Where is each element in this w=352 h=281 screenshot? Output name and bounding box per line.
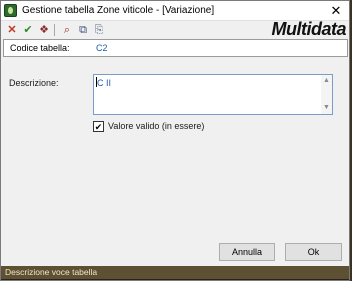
description-textarea[interactable]: C II ▲ ▼ bbox=[93, 74, 333, 115]
main-panel: Descrizione: C II ▲ ▼ ✔ Valore valido (i… bbox=[1, 59, 349, 266]
copy-icon[interactable]: ⧉ bbox=[77, 24, 89, 36]
paste-icon[interactable]: ⎘ bbox=[93, 24, 105, 36]
confirm-check-icon[interactable]: ✔ bbox=[22, 24, 34, 36]
description-scrollbar[interactable]: ▲ ▼ bbox=[321, 75, 332, 114]
delete-x-icon[interactable]: ✕ bbox=[6, 24, 18, 36]
title-bar: Gestione tabella Zone viticole - [Variaz… bbox=[1, 1, 349, 21]
code-label: Codice tabella: bbox=[10, 43, 70, 53]
dialog-window: Gestione tabella Zone viticole - [Variaz… bbox=[0, 0, 350, 281]
scroll-down-icon[interactable]: ▼ bbox=[321, 103, 332, 113]
ok-button[interactable]: Ok bbox=[285, 243, 342, 261]
code-row: Codice tabella: C2 bbox=[3, 39, 348, 57]
description-value: C II bbox=[97, 78, 112, 88]
valid-checkbox-label: Valore valido (in essere) bbox=[108, 121, 205, 131]
status-bar: Descrizione voce tabella bbox=[1, 266, 349, 279]
search-binoculars-icon[interactable]: ⌕ bbox=[61, 24, 73, 36]
multidata-logo: Multidata bbox=[271, 19, 347, 39]
app-icon bbox=[4, 4, 17, 17]
valid-checkbox[interactable]: ✔ bbox=[93, 121, 104, 132]
cancel-button[interactable]: Annulla bbox=[219, 243, 275, 261]
code-value: C2 bbox=[96, 43, 108, 53]
toolbar-separator bbox=[54, 24, 55, 36]
window-title: Gestione tabella Zone viticole - [Variaz… bbox=[22, 5, 215, 16]
description-label: Descrizione: bbox=[9, 78, 59, 88]
scroll-up-icon[interactable]: ▲ bbox=[321, 76, 332, 86]
book-icon[interactable]: ❖ bbox=[38, 24, 50, 36]
close-button[interactable]: ✕ bbox=[327, 2, 345, 19]
